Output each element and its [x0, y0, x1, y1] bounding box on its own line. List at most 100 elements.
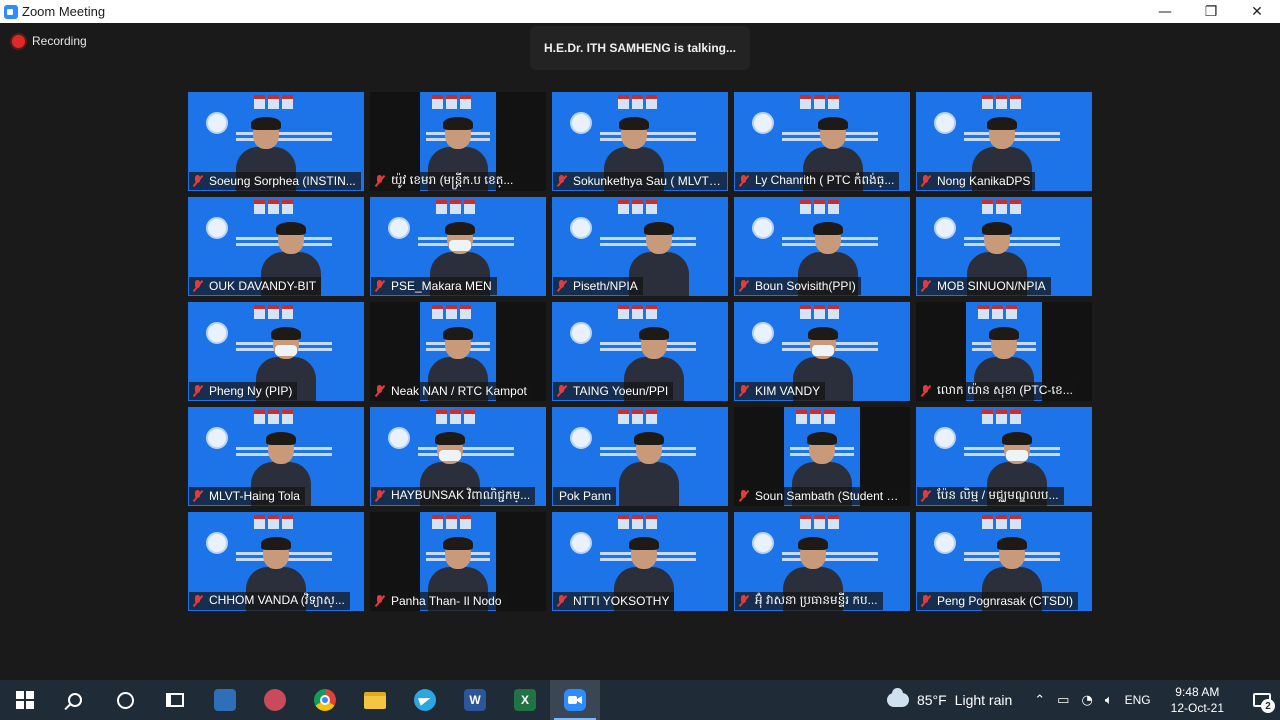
portrait-banner: [800, 200, 839, 214]
task-view-button[interactable]: [150, 680, 200, 720]
participant-tile[interactable]: KIM VANDY: [734, 302, 910, 401]
emblem-icon: [934, 217, 956, 239]
weather-condition[interactable]: Light rain: [955, 692, 1013, 708]
portrait-banner: [618, 95, 657, 109]
participant-nameplate: ប៉ែន លិម្ម / មជ្ឈមណ្ឌលប...: [917, 487, 1064, 505]
participant-name: ប៉ែន លិម្ម / មជ្ឈមណ្ឌលប...: [937, 488, 1059, 502]
chrome-button[interactable]: [300, 680, 350, 720]
windows-logo-icon: [16, 691, 34, 709]
cortana-button[interactable]: [100, 680, 150, 720]
mic-muted-icon: [556, 175, 568, 187]
participant-tile[interactable]: លោក យ៉ាន សុខា (PTC-ខេ...: [916, 302, 1092, 401]
participant-name: Nong KanikaDPS: [937, 174, 1031, 188]
snipping-tool-button[interactable]: [250, 680, 300, 720]
participant-tile[interactable]: Sokunkethya Sau ( MLVT/...: [552, 92, 728, 191]
start-button[interactable]: [0, 680, 50, 720]
word-button[interactable]: W: [450, 680, 500, 720]
participant-tile[interactable]: អ៊ុំ វាសនា ប្រធានមន្ទីរ កប...: [734, 512, 910, 611]
emblem-icon: [388, 217, 410, 239]
cloud-rain-icon[interactable]: [886, 688, 909, 707]
mic-muted-icon: [920, 385, 932, 397]
emblem-icon: [934, 532, 956, 554]
participant-tile[interactable]: PSE_Makara MEN: [370, 197, 546, 296]
participant-tile[interactable]: Piseth/NPIA: [552, 197, 728, 296]
mic-muted-icon: [738, 385, 750, 397]
portrait-banner: [254, 200, 293, 214]
gallery-grid: Soeung Sorphea (INSTIN... យ៉ូវ ខេមរា (មន្…: [188, 92, 1092, 612]
recording-indicator[interactable]: Recording: [12, 34, 87, 48]
participant-tile[interactable]: NTTI YOKSOTHY: [552, 512, 728, 611]
participant-tile[interactable]: Ly Chanrith ( PTC កំពង់ធ្...: [734, 92, 910, 191]
telegram-button[interactable]: [400, 680, 450, 720]
participant-tile[interactable]: Nong KanikaDPS: [916, 92, 1092, 191]
participant-tile[interactable]: Pok Pann: [552, 407, 728, 506]
emblem-icon: [570, 427, 592, 449]
mic-muted-icon: [920, 280, 932, 292]
participant-tile[interactable]: MOB SINUON/NPIA: [916, 197, 1092, 296]
participant-name: លោក យ៉ាន សុខា (PTC-ខេ...: [937, 383, 1073, 397]
excel-button[interactable]: X: [500, 680, 550, 720]
maximize-button[interactable]: ❐: [1188, 0, 1234, 23]
participant-video: [619, 432, 679, 506]
volume-icon[interactable]: 🔈︎: [1105, 693, 1113, 708]
participant-tile[interactable]: OUK DAVANDY-BIT: [188, 197, 364, 296]
zoom-taskbar-button[interactable]: [550, 680, 600, 720]
participant-name: TAING Yoeun/PPI: [573, 384, 669, 398]
portrait-banner: [432, 515, 471, 529]
window-controls: — ❐ ✕: [1142, 0, 1280, 23]
mic-muted-icon: [556, 385, 568, 397]
system-tray: 85°F Light rain ⌃ ▭ ◔ 🔈︎ ENG 9:48 AM 12-…: [886, 680, 1280, 720]
participant-name: យ៉ូវ ខេមរា (មន្ត្រីក.ប ខេត្...: [391, 173, 514, 187]
battery-icon[interactable]: ▭: [1057, 693, 1069, 708]
clock[interactable]: 9:48 AM 12-Oct-21: [1171, 684, 1224, 716]
portrait-banner: [800, 515, 839, 529]
participant-tile[interactable]: HAYBUNSAK វិពាណិជ្ជកម្...: [370, 407, 546, 506]
emblem-icon: [206, 532, 228, 554]
participant-nameplate: KIM VANDY: [735, 382, 826, 400]
minimize-button[interactable]: —: [1142, 0, 1188, 23]
participant-tile[interactable]: CHHOM VANDA (វិទ្យាស្...: [188, 512, 364, 611]
participant-tile[interactable]: Neak NAN / RTC Kampot: [370, 302, 546, 401]
participant-nameplate: Panha Than- Il Nodo: [371, 592, 507, 610]
participant-name: MLVT-Haing Tola: [209, 489, 300, 503]
window-title: Zoom Meeting: [22, 4, 106, 19]
input-language[interactable]: ENG: [1125, 693, 1151, 707]
emblem-icon: [570, 112, 592, 134]
participant-name: Soun Sambath (Student D...: [755, 489, 904, 503]
participant-tile[interactable]: Peng Pognrasak (CTSDI): [916, 512, 1092, 611]
participant-tile[interactable]: Boun Sovisith(PPI): [734, 197, 910, 296]
store-button[interactable]: [200, 680, 250, 720]
search-button[interactable]: [50, 680, 100, 720]
participant-nameplate: លោក យ៉ាន សុខា (PTC-ខេ...: [917, 382, 1078, 400]
participant-tile[interactable]: MLVT-Haing Tola: [188, 407, 364, 506]
participant-name: Soeung Sorphea (INSTIN...: [209, 174, 356, 188]
participant-tile[interactable]: TAING Yoeun/PPI: [552, 302, 728, 401]
participant-name: Panha Than- Il Nodo: [391, 594, 502, 608]
participant-tile[interactable]: Pheng Ny (PIP): [188, 302, 364, 401]
participant-tile[interactable]: យ៉ូវ ខេមរា (មន្ត្រីក.ប ខេត្...: [370, 92, 546, 191]
mic-muted-icon: [192, 490, 204, 502]
participant-nameplate: Pok Pann: [553, 487, 617, 505]
participant-tile[interactable]: Panha Than- Il Nodo: [370, 512, 546, 611]
participant-tile[interactable]: ប៉ែន លិម្ម / មជ្ឈមណ្ឌលប...: [916, 407, 1092, 506]
mic-muted-icon: [920, 175, 932, 187]
action-center-button[interactable]: 2: [1244, 680, 1280, 720]
search-icon: [68, 693, 82, 707]
mic-muted-icon: [738, 595, 750, 607]
participant-tile[interactable]: Soun Sambath (Student D...: [734, 407, 910, 506]
participant-nameplate: Boun Sovisith(PPI): [735, 277, 861, 295]
file-explorer-button[interactable]: [350, 680, 400, 720]
mic-muted-icon: [920, 490, 932, 502]
emblem-icon: [570, 217, 592, 239]
portrait-banner: [436, 410, 475, 424]
wifi-icon[interactable]: ◔: [1081, 693, 1092, 708]
close-button[interactable]: ✕: [1234, 0, 1280, 23]
portrait-banner: [254, 515, 293, 529]
participant-nameplate: Ly Chanrith ( PTC កំពង់ធ្...: [735, 172, 900, 190]
notification-count: 2: [1261, 699, 1275, 713]
portrait-banner: [796, 410, 835, 424]
weather-temperature[interactable]: 85°F: [917, 692, 947, 708]
chevron-up-icon[interactable]: ⌃: [1034, 693, 1045, 708]
emblem-icon: [752, 217, 774, 239]
participant-tile[interactable]: Soeung Sorphea (INSTIN...: [188, 92, 364, 191]
